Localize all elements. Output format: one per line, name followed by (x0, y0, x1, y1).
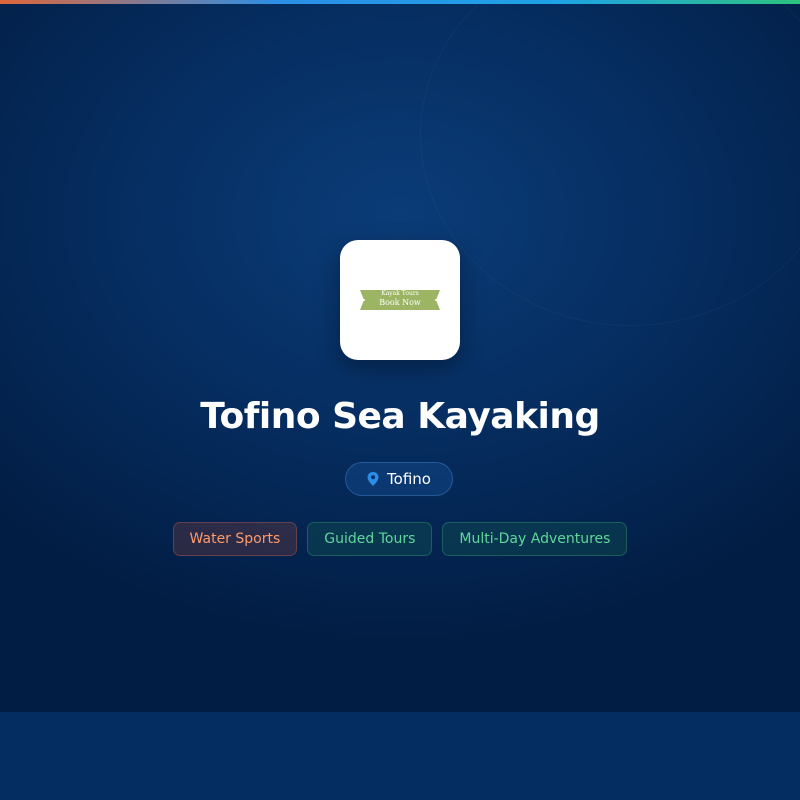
bottom-band (0, 712, 800, 800)
tag-guided-tours[interactable]: Guided Tours (307, 522, 433, 556)
location-text: Tofino (387, 470, 431, 488)
location-badge[interactable]: Tofino (345, 462, 453, 496)
tag-water-sports[interactable]: Water Sports (172, 522, 298, 556)
business-logo: Kayak Tours Book Now (340, 240, 460, 360)
logo-text-line-2: Book Now (379, 298, 421, 307)
map-pin-icon (367, 472, 379, 486)
logo-text-line-1: Kayak Tours (381, 290, 419, 297)
background-arc (420, 4, 800, 326)
category-tags: Water Sports Guided Tours Multi-Day Adve… (0, 522, 800, 556)
business-name: Tofino Sea Kayaking (200, 396, 600, 437)
tag-multi-day-adventures[interactable]: Multi-Day Adventures (442, 522, 628, 556)
logo-banner: Kayak Tours Book Now (358, 288, 442, 312)
